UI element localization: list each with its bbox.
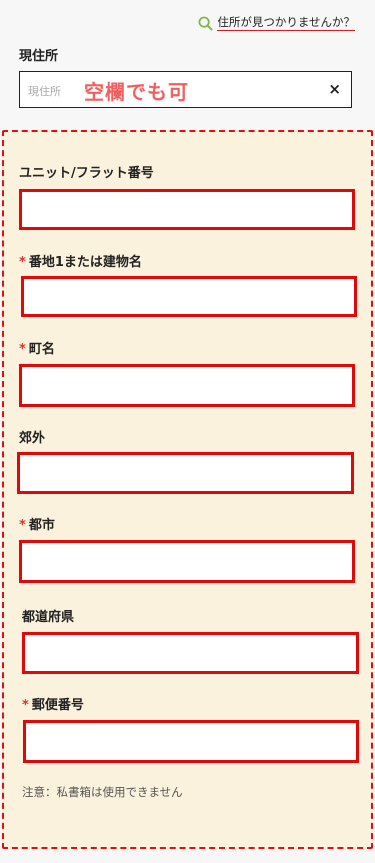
required-mark: *	[22, 698, 29, 713]
suburb-input[interactable]	[17, 452, 354, 494]
town-input[interactable]	[19, 364, 355, 407]
town-label: * 町名	[19, 342, 55, 357]
po-box-note: 注意：私書箱は使用できません	[22, 785, 183, 799]
search-icon	[198, 16, 213, 31]
required-mark: *	[19, 255, 26, 270]
current-address-placeholder: 現住所	[28, 85, 61, 98]
unit-label: ユニット/フラット番号	[19, 166, 154, 181]
suburb-label: 郊外	[19, 431, 46, 446]
address-not-found-text: 住所が見つかりませんか？	[217, 15, 355, 31]
clear-icon[interactable]: ×	[328, 80, 341, 98]
street-label: * 番地1または建物名	[19, 255, 142, 270]
city-label: * 都市	[19, 518, 55, 533]
prefecture-label: 都道府県	[22, 610, 75, 625]
prefecture-input[interactable]	[22, 632, 359, 674]
current-address-label: 現住所	[19, 49, 59, 64]
street-input[interactable]	[21, 276, 357, 317]
required-mark: *	[19, 518, 26, 533]
required-mark: *	[19, 342, 26, 357]
city-input[interactable]	[19, 540, 355, 583]
optional-annotation: 空欄でも可	[84, 80, 189, 104]
unit-input[interactable]	[19, 189, 355, 230]
address-not-found-link[interactable]: 住所が見つかりませんか？	[198, 12, 355, 34]
postal-label: * 郵便番号	[22, 698, 84, 713]
current-address-input[interactable]: 現住所 空欄でも可 ×	[19, 71, 352, 108]
postal-input[interactable]	[23, 720, 359, 763]
